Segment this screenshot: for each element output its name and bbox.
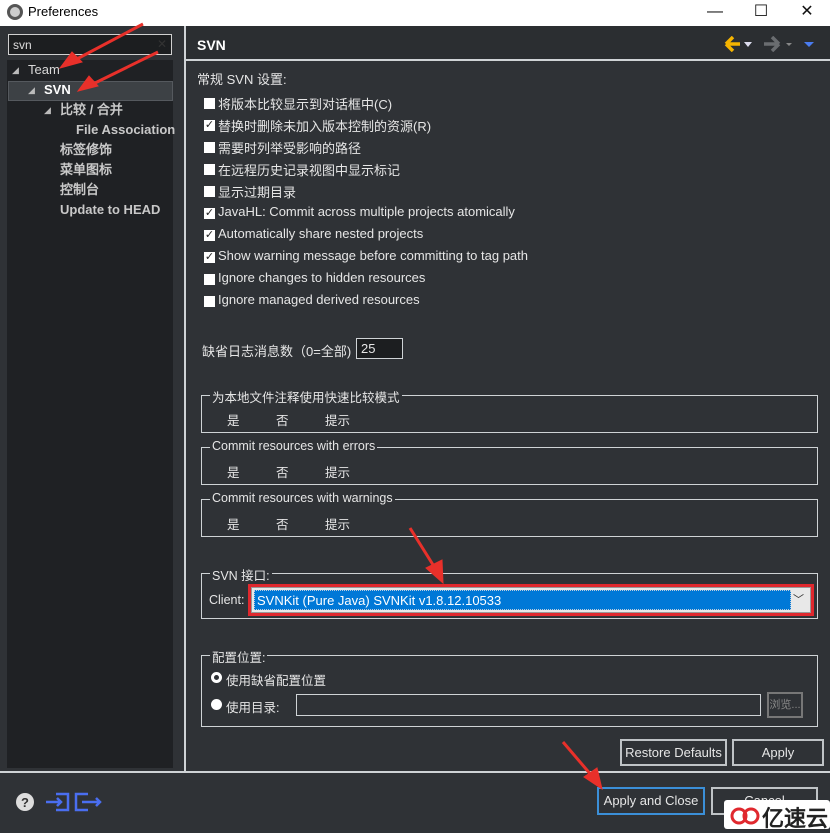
option-yes[interactable]: 是: [227, 410, 240, 429]
checkbox-label: 替换时删除未加入版本控制的资源(R): [218, 119, 432, 134]
option-prompt[interactable]: 提示: [325, 462, 350, 481]
cloud-logo-icon: [730, 807, 760, 825]
apply-button[interactable]: Apply: [732, 739, 824, 766]
maximize-button[interactable]: ☐: [738, 0, 784, 26]
option-yes[interactable]: 是: [227, 462, 240, 481]
checkbox-label: Ignore managed derived resources: [218, 292, 420, 307]
page-title: SVN: [197, 37, 226, 53]
help-icon[interactable]: ?: [16, 793, 34, 811]
view-menu-icon[interactable]: [804, 42, 814, 47]
checkbox-label: 显示过期目录: [218, 185, 297, 200]
header-nav: [724, 36, 814, 52]
title-bar: Preferences — ☐ ✕: [0, 0, 830, 26]
checkbox[interactable]: ✓: [204, 230, 215, 241]
svg-text:?: ?: [21, 795, 29, 810]
use-directory-label: 使用目录:: [226, 701, 280, 715]
expand-triangle-icon[interactable]: ◢: [28, 85, 35, 96]
minimize-button[interactable]: —: [692, 0, 738, 26]
dialog-footer: [0, 771, 830, 829]
group-title: SVN 接口:: [210, 565, 272, 584]
export-icon[interactable]: [74, 792, 102, 812]
app-gear-icon: [7, 4, 23, 20]
option-no[interactable]: 否: [276, 462, 289, 481]
tree-item-update-to-head[interactable]: Update to HEAD: [60, 200, 160, 220]
filter-input[interactable]: [8, 34, 172, 55]
default-location-label: 使用缺省配置位置: [226, 674, 327, 688]
client-selected-value: SVNKit (Pure Java) SVNKit v1.8.12.10533: [254, 590, 791, 610]
client-select[interactable]: SVNKit (Pure Java) SVNKit v1.8.12.10533 …: [251, 587, 811, 613]
commit-warnings-group: Commit resources with warnings 是 否 提示: [201, 491, 818, 537]
general-settings-label: 常规 SVN 设置:: [197, 72, 287, 87]
log-count-label: 缺省日志消息数（0=全部): [202, 344, 352, 359]
option-prompt[interactable]: 提示: [325, 514, 350, 533]
checkbox[interactable]: [204, 296, 215, 307]
checkbox[interactable]: [204, 164, 215, 175]
checkbox-label: 需要时列举受影响的路径: [218, 141, 362, 156]
checkbox[interactable]: ✓: [204, 120, 215, 131]
option-yes[interactable]: 是: [227, 514, 240, 533]
radio-use-directory[interactable]: [211, 699, 222, 710]
expand-triangle-icon[interactable]: ◢: [12, 65, 19, 76]
group-title: 为本地文件注释使用快速比较模式: [210, 387, 402, 406]
sash-divider[interactable]: [184, 26, 186, 771]
close-button[interactable]: ✕: [784, 0, 830, 26]
page-header: SVN: [186, 26, 830, 61]
tree-item-svn[interactable]: SVN: [44, 80, 71, 100]
group-title: 配置位置:: [210, 647, 268, 666]
group-title: Commit resources with errors: [210, 439, 378, 453]
restore-defaults-button[interactable]: Restore Defaults: [620, 739, 727, 766]
back-arrow-icon[interactable]: [724, 36, 740, 52]
checkbox-label: Show warning message before committing t…: [218, 248, 529, 263]
commit-errors-group: Commit resources with errors 是 否 提示: [201, 439, 818, 485]
forward-arrow-icon[interactable]: [764, 36, 781, 52]
checkbox[interactable]: [204, 142, 215, 153]
checkbox[interactable]: ✓: [204, 252, 215, 263]
tree-item-compare-merge[interactable]: 比较 / 合并: [60, 100, 123, 120]
config-location-group: 配置位置: 使用缺省配置位置 使用目录: 浏览...: [201, 647, 818, 727]
watermark-text: 亿速云: [762, 806, 829, 831]
log-count-input[interactable]: [356, 338, 403, 359]
browse-button[interactable]: 浏览...: [767, 692, 803, 718]
checkbox-label: Automatically share nested projects: [218, 226, 424, 241]
tree-item-console[interactable]: 控制台: [60, 180, 99, 200]
checkbox[interactable]: [204, 186, 215, 197]
checkbox-label: 在远程历史记录视图中显示标记: [218, 163, 401, 178]
apply-and-close-button[interactable]: Apply and Close: [597, 787, 705, 815]
option-no[interactable]: 否: [276, 514, 289, 533]
option-prompt[interactable]: 提示: [325, 410, 350, 429]
tree-item-label-decorations[interactable]: 标签修饰: [60, 140, 112, 160]
back-history-dropdown-icon[interactable]: [744, 42, 752, 47]
checkbox[interactable]: ✓: [204, 208, 215, 219]
tree-item-file-association[interactable]: File Association: [76, 120, 175, 140]
checkbox-label: 将版本比较显示到对话框中(C): [218, 97, 393, 112]
directory-input[interactable]: [296, 694, 761, 716]
forward-history-dropdown-icon[interactable]: [786, 43, 792, 46]
watermark-logo: 亿速云: [724, 800, 830, 831]
quick-diff-group: 为本地文件注释使用快速比较模式 是 否 提示: [201, 387, 818, 433]
window-title: Preferences: [28, 4, 99, 19]
checkbox[interactable]: [204, 98, 215, 109]
group-title: Commit resources with warnings: [210, 491, 395, 505]
checkbox-label: Ignore changes to hidden resources: [218, 270, 426, 285]
clear-search-icon[interactable]: ✕: [157, 37, 167, 51]
chevron-down-icon[interactable]: ﹀: [793, 591, 804, 607]
tree-item-menu-icons[interactable]: 菜单图标: [60, 160, 112, 180]
checkbox[interactable]: [204, 274, 215, 285]
footer-icons: ?: [16, 792, 102, 812]
import-icon[interactable]: [46, 792, 70, 812]
tree-item-team[interactable]: Team: [28, 60, 60, 80]
client-label: Client:: [209, 593, 245, 607]
option-no[interactable]: 否: [276, 410, 289, 429]
radio-default-location[interactable]: [211, 672, 222, 683]
expand-triangle-icon[interactable]: ◢: [44, 105, 51, 116]
checkbox-label: JavaHL: Commit across multiple projects …: [218, 204, 515, 219]
